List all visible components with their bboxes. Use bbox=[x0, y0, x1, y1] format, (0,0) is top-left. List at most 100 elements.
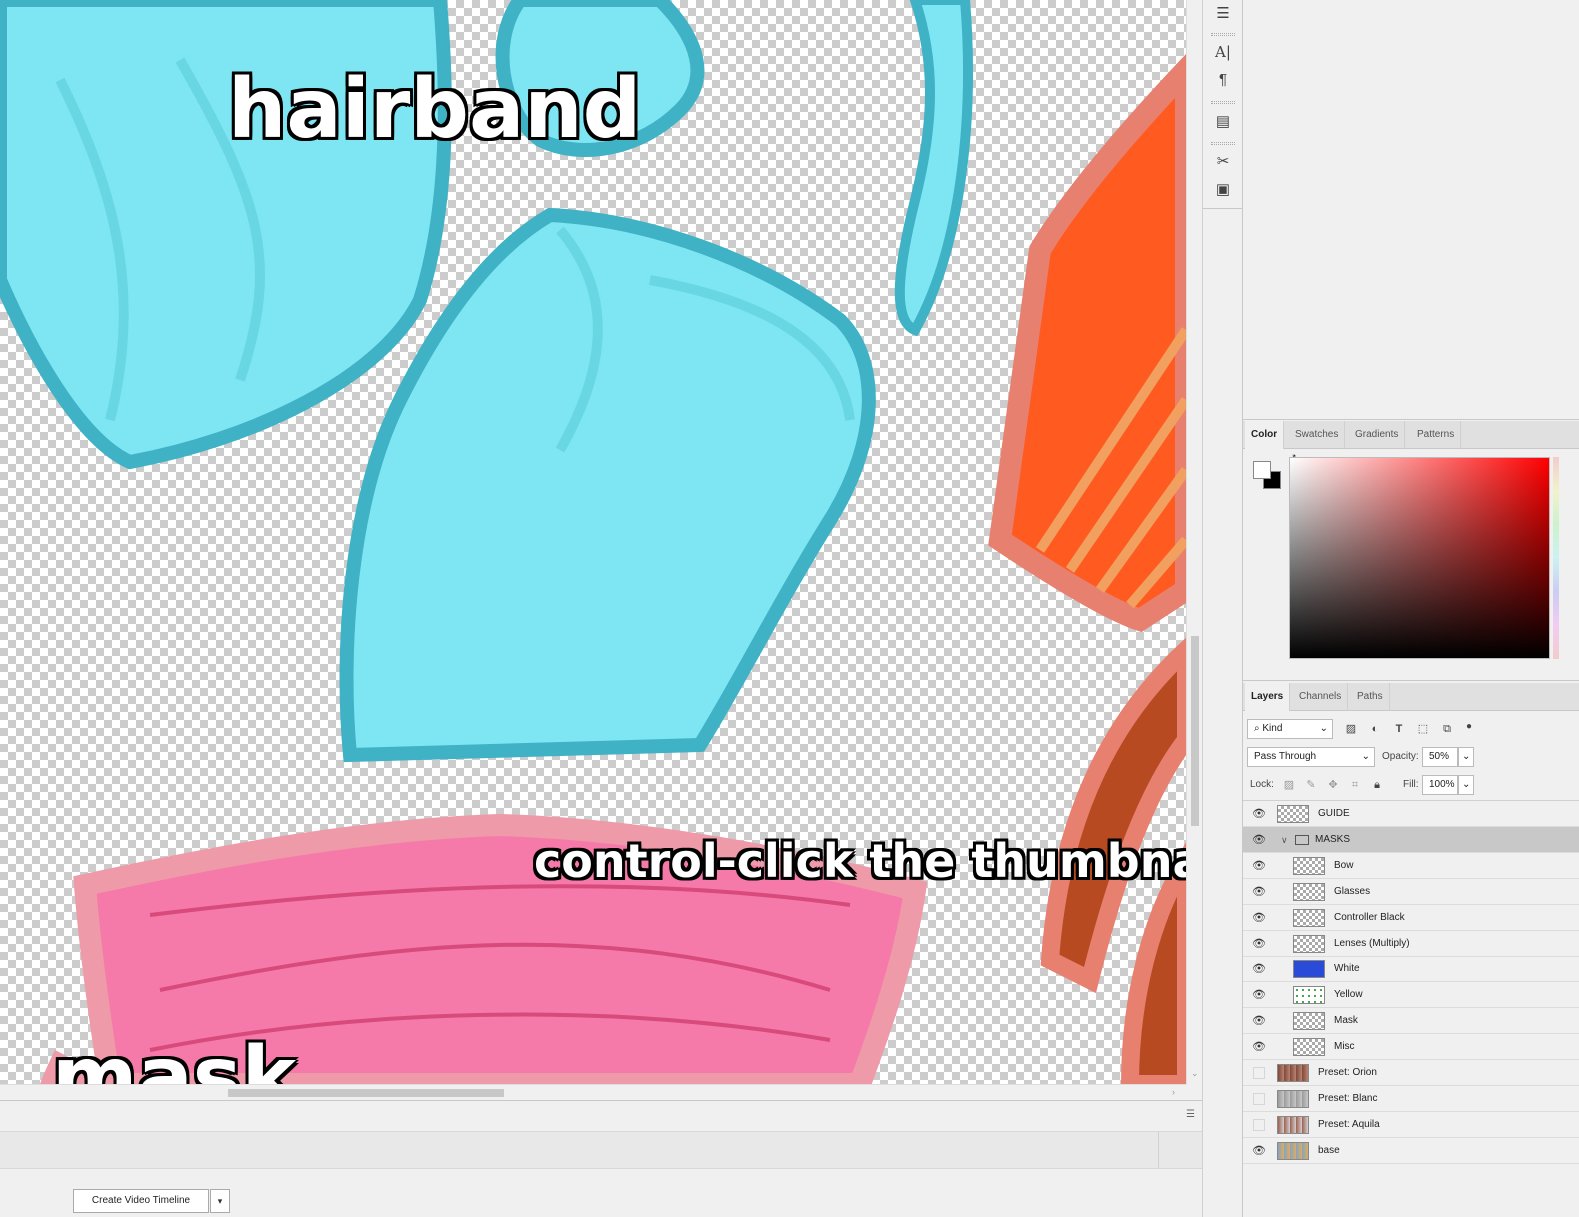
layer-thumbnail[interactable] bbox=[1293, 882, 1325, 901]
timeline-bar bbox=[0, 1131, 1202, 1169]
tab-swatches[interactable]: Swatches bbox=[1289, 421, 1346, 449]
canvas-horizontal-scrollbar[interactable]: › bbox=[0, 1084, 1186, 1100]
layer-filter-kind-select[interactable]: ⌕ Kind ⌄ bbox=[1247, 719, 1333, 739]
filter-pixel-icon[interactable]: ▨ bbox=[1341, 719, 1361, 739]
scroll-down-icon[interactable]: ⌄ bbox=[1191, 1068, 1199, 1079]
right-panel-dock: Color Swatches Gradients Patterns ↗ Laye… bbox=[1243, 0, 1579, 1217]
lock-artboard-icon[interactable]: ⌗ bbox=[1345, 775, 1365, 795]
canvas-vertical-scrollbar[interactable]: ⌄ bbox=[1186, 0, 1202, 1084]
timeline-mode-dropdown[interactable]: ▾ bbox=[210, 1189, 230, 1213]
eye-icon[interactable]: 👁︎ bbox=[1252, 963, 1266, 975]
layer-thumbnail[interactable] bbox=[1277, 1141, 1309, 1160]
layer-thumbnail[interactable] bbox=[1277, 1089, 1309, 1108]
layer-thumbnail[interactable] bbox=[1293, 960, 1325, 979]
tab-layers[interactable]: Layers bbox=[1245, 683, 1291, 711]
character-icon[interactable]: A| bbox=[1210, 40, 1236, 64]
eye-icon[interactable]: 👁︎ bbox=[1252, 886, 1266, 898]
layer-row[interactable]: Preset: Orion bbox=[1243, 1060, 1579, 1086]
eye-icon[interactable]: 👁︎ bbox=[1252, 1015, 1266, 1027]
eye-icon[interactable]: 👁︎ bbox=[1252, 989, 1266, 1001]
layer-thumbnail[interactable] bbox=[1277, 805, 1309, 823]
panel-icon-strip: ☰ A| ¶ ▤ ✂ ▣ bbox=[1202, 0, 1243, 1217]
layer-row[interactable]: 👁︎ Yellow bbox=[1243, 982, 1579, 1009]
opacity-input[interactable]: 50% bbox=[1422, 747, 1458, 767]
layer-name: Preset: Blanc bbox=[1318, 1092, 1378, 1104]
fill-dropdown[interactable]: ⌄ bbox=[1458, 775, 1474, 795]
layer-thumbnail[interactable] bbox=[1293, 934, 1325, 953]
eye-icon[interactable]: 👁︎ bbox=[1252, 1145, 1266, 1157]
color-panel-tabs: Color Swatches Gradients Patterns bbox=[1243, 421, 1579, 449]
hue-slider[interactable] bbox=[1553, 457, 1559, 659]
lock-transparent-icon[interactable]: ▨ bbox=[1279, 775, 1299, 795]
visibility-toggle[interactable] bbox=[1253, 1067, 1265, 1079]
properties-icon[interactable]: ☰ bbox=[1210, 2, 1236, 26]
filter-shape-icon[interactable]: ⬚ bbox=[1413, 719, 1433, 739]
tab-gradients[interactable]: Gradients bbox=[1349, 421, 1406, 449]
blend-mode-select[interactable]: Pass Through ⌄ bbox=[1247, 747, 1375, 767]
paragraph-icon[interactable]: ¶ bbox=[1210, 68, 1236, 92]
vertical-scroll-thumb[interactable] bbox=[1191, 636, 1199, 826]
layer-row[interactable]: 👁︎ Controller Black bbox=[1243, 905, 1579, 931]
layer-row[interactable]: Preset: Aquila bbox=[1243, 1112, 1579, 1138]
create-video-timeline-button[interactable]: Create Video Timeline bbox=[73, 1189, 209, 1213]
layer-row[interactable]: 👁︎ GUIDE bbox=[1243, 801, 1579, 827]
notes-icon[interactable]: ▤ bbox=[1210, 110, 1236, 134]
fill-input[interactable]: 100% bbox=[1422, 775, 1458, 795]
eye-icon[interactable]: 👁︎ bbox=[1252, 1041, 1266, 1053]
layer-thumbnail[interactable] bbox=[1293, 986, 1325, 1005]
layer-name: base bbox=[1318, 1144, 1340, 1156]
layer-row[interactable]: 👁︎ base bbox=[1243, 1138, 1579, 1164]
scroll-right-icon[interactable]: › bbox=[1172, 1087, 1175, 1097]
layer-thumbnail[interactable] bbox=[1277, 1064, 1309, 1082]
eye-icon[interactable]: 👁︎ bbox=[1252, 860, 1266, 872]
fill-label: Fill: bbox=[1403, 779, 1419, 790]
chevron-down-icon[interactable]: ∨ bbox=[1281, 827, 1288, 853]
tab-channels[interactable]: Channels bbox=[1293, 683, 1349, 711]
layer-name: Bow bbox=[1334, 859, 1354, 871]
layer-thumbnail[interactable] bbox=[1293, 856, 1325, 875]
color-picker-field[interactable] bbox=[1289, 457, 1550, 659]
visibility-toggle[interactable] bbox=[1253, 1092, 1265, 1105]
panel-menu-icon[interactable]: ☰ bbox=[1186, 1109, 1195, 1120]
eye-icon[interactable]: 👁︎ bbox=[1252, 808, 1266, 820]
layer-name: Lenses (Multiply) bbox=[1334, 937, 1410, 949]
filter-smart-object-icon[interactable]: ⧉ bbox=[1437, 719, 1457, 739]
visibility-toggle[interactable] bbox=[1253, 1118, 1265, 1131]
layer-thumbnail[interactable] bbox=[1293, 1038, 1325, 1057]
lock-position-icon[interactable]: ✥ bbox=[1323, 775, 1343, 795]
filter-type-icon[interactable]: T bbox=[1389, 719, 1409, 739]
tab-paths[interactable]: Paths bbox=[1351, 683, 1390, 711]
layer-row[interactable]: 👁︎ Mask bbox=[1243, 1008, 1579, 1035]
eye-icon[interactable]: 👁︎ bbox=[1252, 938, 1266, 950]
filter-toggle-icon[interactable]: ● bbox=[1459, 717, 1479, 737]
lock-all-icon[interactable]: 🔒︎ bbox=[1367, 775, 1387, 795]
tab-color[interactable]: Color bbox=[1245, 421, 1285, 449]
lock-pixels-icon[interactable]: ✎ bbox=[1301, 775, 1321, 795]
opacity-label: Opacity: bbox=[1382, 751, 1419, 762]
chevron-down-icon: ⌄ bbox=[1462, 779, 1471, 790]
layer-thumbnail[interactable] bbox=[1277, 1115, 1309, 1134]
layer-row[interactable]: 👁︎ Bow bbox=[1243, 853, 1579, 879]
layer-row[interactable]: 👁︎ ∨ MASKS bbox=[1243, 826, 1579, 853]
layer-name: Mask bbox=[1334, 1015, 1358, 1027]
tab-patterns[interactable]: Patterns bbox=[1411, 421, 1462, 449]
filter-adjustment-icon[interactable]: ◐ bbox=[1365, 719, 1385, 739]
layer-row[interactable]: 👁︎ Glasses bbox=[1243, 879, 1579, 905]
document-canvas[interactable]: hairband control-click the thumbnail -> … bbox=[0, 0, 1186, 1084]
horizontal-scroll-thumb[interactable] bbox=[228, 1089, 504, 1097]
foreground-color-swatch[interactable] bbox=[1253, 461, 1271, 479]
canvas-artwork bbox=[0, 0, 1186, 1084]
layer-thumbnail[interactable] bbox=[1293, 1012, 1325, 1031]
clone-source-icon[interactable]: ▣ bbox=[1210, 178, 1236, 202]
opacity-dropdown[interactable]: ⌄ bbox=[1458, 747, 1474, 767]
layer-row[interactable]: 👁︎ White bbox=[1243, 956, 1579, 983]
eye-icon[interactable]: 👁︎ bbox=[1252, 912, 1266, 924]
layer-row[interactable]: 👁︎ Lenses (Multiply) bbox=[1243, 931, 1579, 957]
layer-row[interactable]: 👁︎ Misc bbox=[1243, 1034, 1579, 1061]
tool-presets-icon[interactable]: ✂ bbox=[1210, 150, 1236, 174]
eye-icon[interactable]: 👁︎ bbox=[1252, 834, 1266, 846]
layer-thumbnail[interactable] bbox=[1293, 908, 1325, 927]
layer-name: Controller Black bbox=[1334, 911, 1405, 923]
layer-row[interactable]: Preset: Blanc bbox=[1243, 1086, 1579, 1112]
folder-icon bbox=[1295, 834, 1309, 845]
